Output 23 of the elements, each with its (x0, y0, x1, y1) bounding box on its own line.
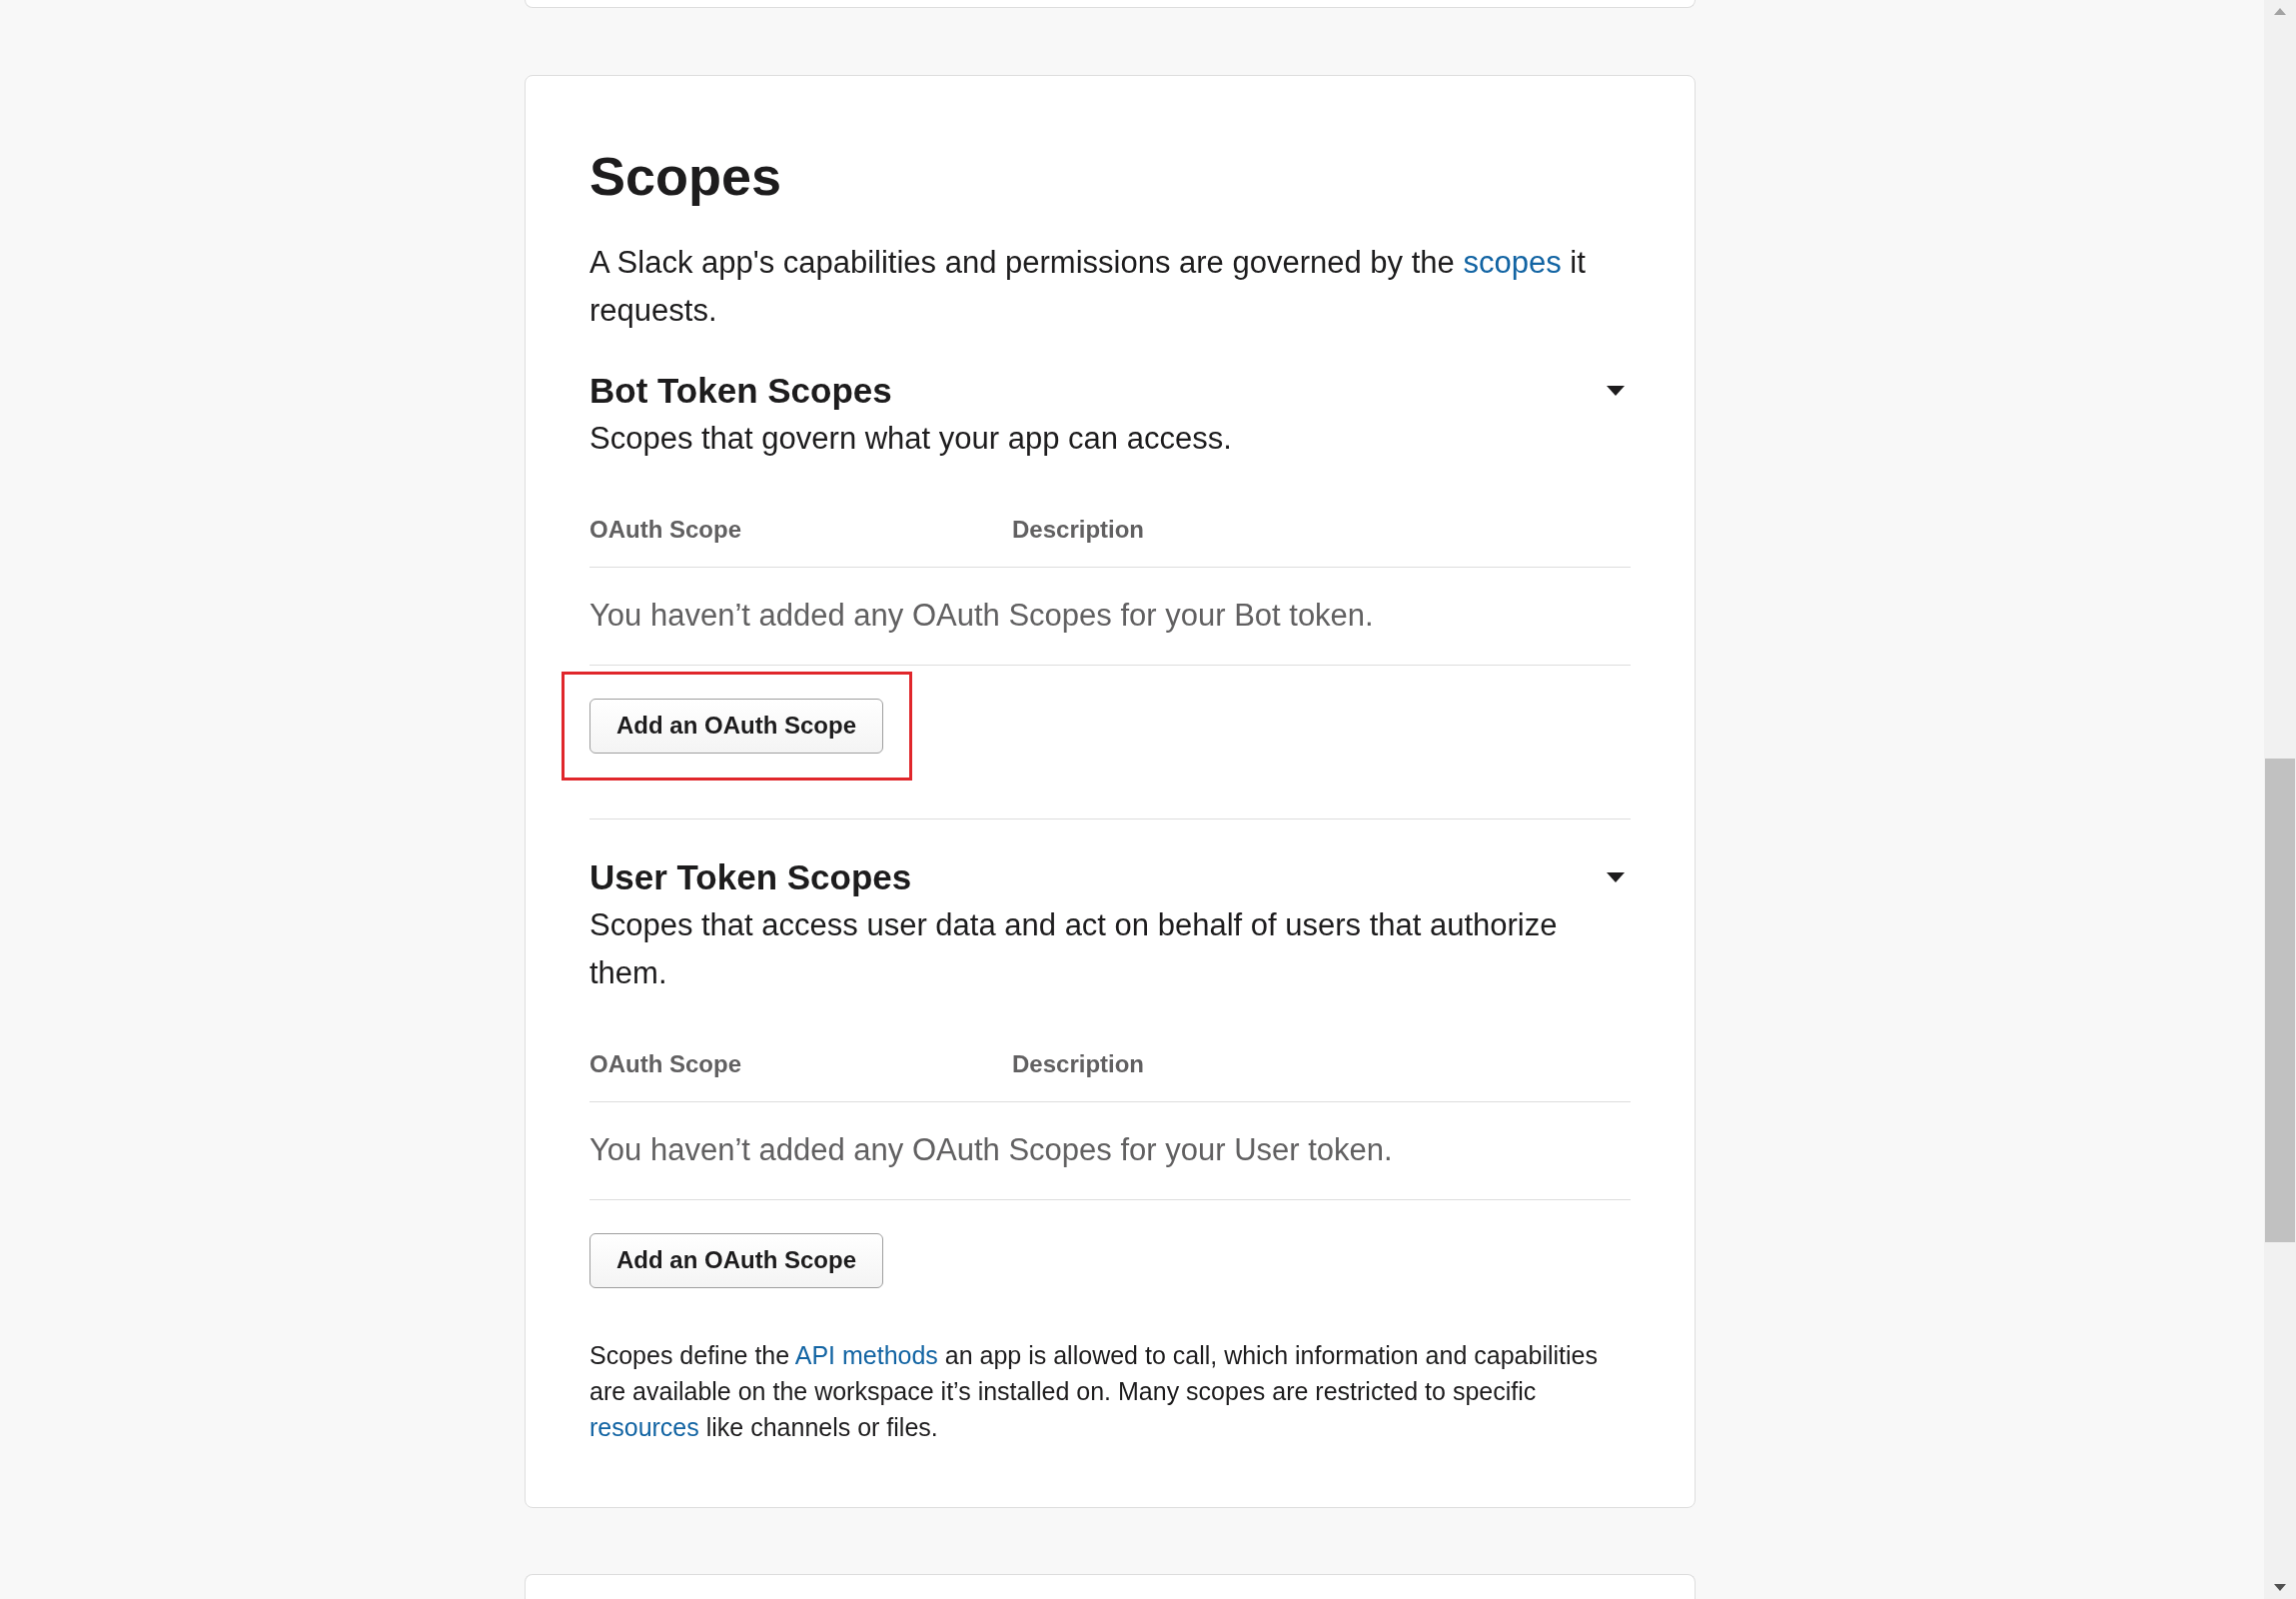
section-description: Scopes that govern what your app can access. (589, 419, 1233, 458)
add-scope-button[interactable]: Add an OAuth Scope (589, 698, 883, 754)
link[interactable]: scopes (1463, 244, 1562, 280)
section-heading: User Token Scopes (589, 855, 912, 898)
scrollbar[interactable] (2264, 0, 2296, 1599)
empty-message: You haven’t added any OAuth Scopes for your Bot token. (589, 567, 1631, 666)
section-heading: Bot Token Scopes (589, 369, 892, 412)
empty-message: You haven’t added any OAuth Scopes for your User token. (589, 1101, 1631, 1200)
scrollbar-thumb[interactable] (2265, 759, 2295, 1242)
column-header: Description (1012, 1048, 1145, 1079)
collapse-caret-icon[interactable] (1607, 385, 1625, 396)
column-header: OAuth Scope (589, 1048, 742, 1079)
intro-paragraph: A Slack app's capabilities and permissions are governed by the scopes it requests. (589, 243, 1587, 330)
link[interactable]: API methods (794, 1340, 938, 1369)
column-header: OAuth Scope (589, 514, 742, 545)
add-scope-button[interactable]: Add an OAuth Scope (589, 1232, 883, 1288)
column-header: Description (1012, 514, 1145, 545)
scroll-down-icon[interactable] (2274, 1584, 2286, 1591)
collapse-caret-icon[interactable] (1607, 871, 1625, 882)
link[interactable]: resources (589, 1412, 699, 1441)
footnote-paragraph: Scopes define the API methods an app is allowed to call, which information and capabilities are available on the workspace it’s installed on. Many scopes are restricted to specific resources like channels or files. (589, 1339, 1599, 1443)
section-description: Scopes that access user data and act on behalf of users that authorize them. (589, 905, 1559, 992)
page-heading: Scopes (589, 144, 783, 208)
